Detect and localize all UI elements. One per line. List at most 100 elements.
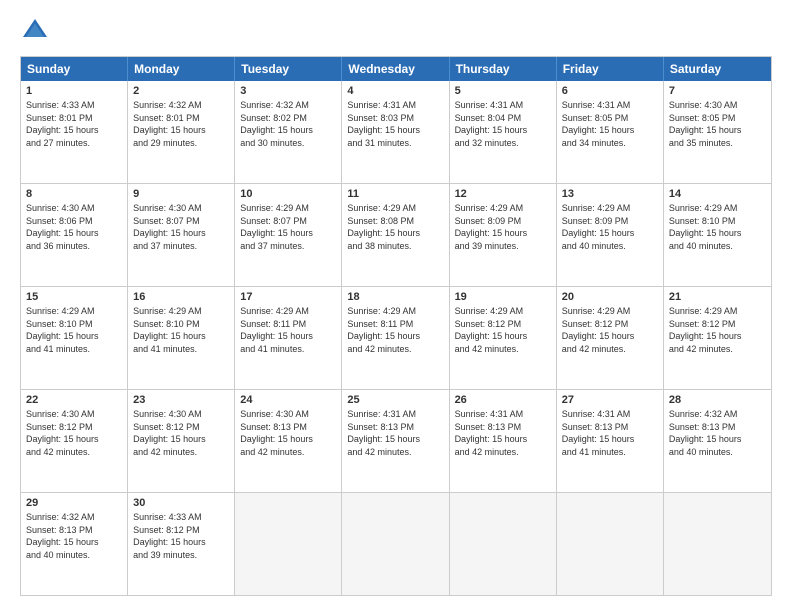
calendar-cell-28: 28Sunrise: 4:32 AM Sunset: 8:13 PM Dayli…: [664, 390, 771, 492]
calendar-cell-8: 8 Sunrise: 4:30 AM Sunset: 8:06 PM Daylig…: [21, 184, 128, 286]
calendar-cell-19: 19 Sunrise: 4:29 AM Sunset: 8:12 PM Dayli…: [450, 287, 557, 389]
calendar-cell-21: 21 Sunrise: 4:29 AM Sunset: 8:12 PM Dayli…: [664, 287, 771, 389]
cell-text: Sunrise: 4:30 AM Sunset: 8:13 PM Dayligh…: [240, 408, 336, 458]
day-number: 28: [669, 394, 766, 406]
calendar-cell-27: 27 Sunrise: 4:31 AM Sunset: 8:13 PM Dayli…: [557, 390, 664, 492]
calendar-cell-20: 20 Sunrise: 4:29 AM Sunset: 8:12 PM Dayli…: [557, 287, 664, 389]
logo: [20, 16, 54, 46]
header-cell-wednesday: Wednesday: [342, 57, 449, 81]
calendar-cell-4: 4 Sunrise: 4:31 AM Sunset: 8:03 PM Daylig…: [342, 81, 449, 183]
cell-text: Sunrise: 4:31 AM Sunset: 8:05 PM Dayligh…: [562, 99, 658, 149]
day-number: 24: [240, 394, 336, 406]
day-number: 25: [347, 394, 443, 406]
cell-text: Sunrise: 4:32 AM Sunset: 8:13 PM Dayligh…: [26, 511, 122, 561]
header-cell-saturday: Saturday: [664, 57, 771, 81]
day-number: 30: [133, 497, 229, 509]
calendar-cell-9: 9 Sunrise: 4:30 AM Sunset: 8:07 PM Daylig…: [128, 184, 235, 286]
header-cell-sunday: Sunday: [21, 57, 128, 81]
header-cell-thursday: Thursday: [450, 57, 557, 81]
cell-text: Sunrise: 4:31 AM Sunset: 8:13 PM Dayligh…: [562, 408, 658, 458]
calendar-header-row: SundayMondayTuesdayWednesdayThursdayFrid…: [21, 57, 771, 81]
calendar-row-3: 15 Sunrise: 4:29 AM Sunset: 8:10 PM Dayli…: [21, 286, 771, 389]
calendar-row-1: 1 Sunrise: 4:33 AM Sunset: 8:01 PM Daylig…: [21, 81, 771, 183]
calendar-cell-24: 24 Sunrise: 4:30 AM Sunset: 8:13 PM Dayli…: [235, 390, 342, 492]
calendar-cell-25: 25 Sunrise: 4:31 AM Sunset: 8:13 PM Dayli…: [342, 390, 449, 492]
calendar-cell-1: 1 Sunrise: 4:33 AM Sunset: 8:01 PM Daylig…: [21, 81, 128, 183]
cell-text: Sunrise: 4:31 AM Sunset: 8:13 PM Dayligh…: [347, 408, 443, 458]
day-number: 6: [562, 85, 658, 97]
cell-text: Sunrise: 4:29 AM Sunset: 8:12 PM Dayligh…: [669, 305, 766, 355]
day-number: 21: [669, 291, 766, 303]
calendar-cell-15: 15 Sunrise: 4:29 AM Sunset: 8:10 PM Dayli…: [21, 287, 128, 389]
day-number: 15: [26, 291, 122, 303]
cell-text: Sunrise: 4:33 AM Sunset: 8:01 PM Dayligh…: [26, 99, 122, 149]
cell-text: Sunrise: 4:31 AM Sunset: 8:03 PM Dayligh…: [347, 99, 443, 149]
cell-text: Sunrise: 4:29 AM Sunset: 8:09 PM Dayligh…: [562, 202, 658, 252]
day-number: 3: [240, 85, 336, 97]
calendar-cell-2: 2 Sunrise: 4:32 AM Sunset: 8:01 PM Daylig…: [128, 81, 235, 183]
day-number: 10: [240, 188, 336, 200]
cell-text: Sunrise: 4:29 AM Sunset: 8:08 PM Dayligh…: [347, 202, 443, 252]
cell-text: Sunrise: 4:30 AM Sunset: 8:12 PM Dayligh…: [26, 408, 122, 458]
calendar-row-2: 8 Sunrise: 4:30 AM Sunset: 8:06 PM Daylig…: [21, 183, 771, 286]
calendar-row-5: 29 Sunrise: 4:32 AM Sunset: 8:13 PM Dayli…: [21, 492, 771, 595]
calendar-cell-empty: [664, 493, 771, 595]
day-number: 4: [347, 85, 443, 97]
cell-text: Sunrise: 4:30 AM Sunset: 8:07 PM Dayligh…: [133, 202, 229, 252]
day-number: 20: [562, 291, 658, 303]
calendar-cell-empty: [557, 493, 664, 595]
cell-text: Sunrise: 4:29 AM Sunset: 8:12 PM Dayligh…: [455, 305, 551, 355]
cell-text: Sunrise: 4:33 AM Sunset: 8:12 PM Dayligh…: [133, 511, 229, 561]
cell-text: Sunrise: 4:30 AM Sunset: 8:12 PM Dayligh…: [133, 408, 229, 458]
cell-text: Sunrise: 4:29 AM Sunset: 8:10 PM Dayligh…: [133, 305, 229, 355]
calendar-cell-6: 6 Sunrise: 4:31 AM Sunset: 8:05 PM Daylig…: [557, 81, 664, 183]
cell-text: Sunrise: 4:32 AM Sunset: 8:02 PM Dayligh…: [240, 99, 336, 149]
cell-text: Sunrise: 4:31 AM Sunset: 8:13 PM Dayligh…: [455, 408, 551, 458]
calendar-body: 1 Sunrise: 4:33 AM Sunset: 8:01 PM Daylig…: [21, 81, 771, 595]
day-number: 17: [240, 291, 336, 303]
calendar-cell-23: 23 Sunrise: 4:30 AM Sunset: 8:12 PM Dayli…: [128, 390, 235, 492]
day-number: 16: [133, 291, 229, 303]
calendar-row-4: 22 Sunrise: 4:30 AM Sunset: 8:12 PM Dayli…: [21, 389, 771, 492]
calendar-cell-29: 29 Sunrise: 4:32 AM Sunset: 8:13 PM Dayli…: [21, 493, 128, 595]
calendar-cell-5: 5Sunrise: 4:31 AM Sunset: 8:04 PM Daylig…: [450, 81, 557, 183]
calendar-cell-18: 18Sunrise: 4:29 AM Sunset: 8:11 PM Dayli…: [342, 287, 449, 389]
calendar-cell-empty: [450, 493, 557, 595]
calendar-cell-17: 17 Sunrise: 4:29 AM Sunset: 8:11 PM Dayli…: [235, 287, 342, 389]
calendar-cell-7: 7Sunrise: 4:30 AM Sunset: 8:05 PM Daylig…: [664, 81, 771, 183]
calendar-cell-10: 10Sunrise: 4:29 AM Sunset: 8:07 PM Dayli…: [235, 184, 342, 286]
cell-text: Sunrise: 4:30 AM Sunset: 8:05 PM Dayligh…: [669, 99, 766, 149]
day-number: 27: [562, 394, 658, 406]
cell-text: Sunrise: 4:29 AM Sunset: 8:10 PM Dayligh…: [26, 305, 122, 355]
header-cell-friday: Friday: [557, 57, 664, 81]
cell-text: Sunrise: 4:29 AM Sunset: 8:09 PM Dayligh…: [455, 202, 551, 252]
header: [20, 16, 772, 46]
day-number: 26: [455, 394, 551, 406]
day-number: 9: [133, 188, 229, 200]
day-number: 1: [26, 85, 122, 97]
calendar-cell-26: 26 Sunrise: 4:31 AM Sunset: 8:13 PM Dayli…: [450, 390, 557, 492]
calendar-cell-13: 13Sunrise: 4:29 AM Sunset: 8:09 PM Dayli…: [557, 184, 664, 286]
day-number: 23: [133, 394, 229, 406]
day-number: 22: [26, 394, 122, 406]
calendar-cell-11: 11 Sunrise: 4:29 AM Sunset: 8:08 PM Dayli…: [342, 184, 449, 286]
calendar-cell-12: 12 Sunrise: 4:29 AM Sunset: 8:09 PM Dayli…: [450, 184, 557, 286]
cell-text: Sunrise: 4:31 AM Sunset: 8:04 PM Dayligh…: [455, 99, 551, 149]
logo-icon: [20, 16, 50, 46]
day-number: 12: [455, 188, 551, 200]
day-number: 8: [26, 188, 122, 200]
cell-text: Sunrise: 4:29 AM Sunset: 8:12 PM Dayligh…: [562, 305, 658, 355]
day-number: 2: [133, 85, 229, 97]
day-number: 19: [455, 291, 551, 303]
cell-text: Sunrise: 4:30 AM Sunset: 8:06 PM Dayligh…: [26, 202, 122, 252]
calendar-cell-empty: [342, 493, 449, 595]
cell-text: Sunrise: 4:29 AM Sunset: 8:11 PM Dayligh…: [240, 305, 336, 355]
day-number: 29: [26, 497, 122, 509]
day-number: 18: [347, 291, 443, 303]
day-number: 11: [347, 188, 443, 200]
cell-text: Sunrise: 4:29 AM Sunset: 8:10 PM Dayligh…: [669, 202, 766, 252]
cell-text: Sunrise: 4:32 AM Sunset: 8:01 PM Dayligh…: [133, 99, 229, 149]
calendar-cell-empty: [235, 493, 342, 595]
calendar: SundayMondayTuesdayWednesdayThursdayFrid…: [20, 56, 772, 596]
calendar-cell-3: 3 Sunrise: 4:32 AM Sunset: 8:02 PM Daylig…: [235, 81, 342, 183]
